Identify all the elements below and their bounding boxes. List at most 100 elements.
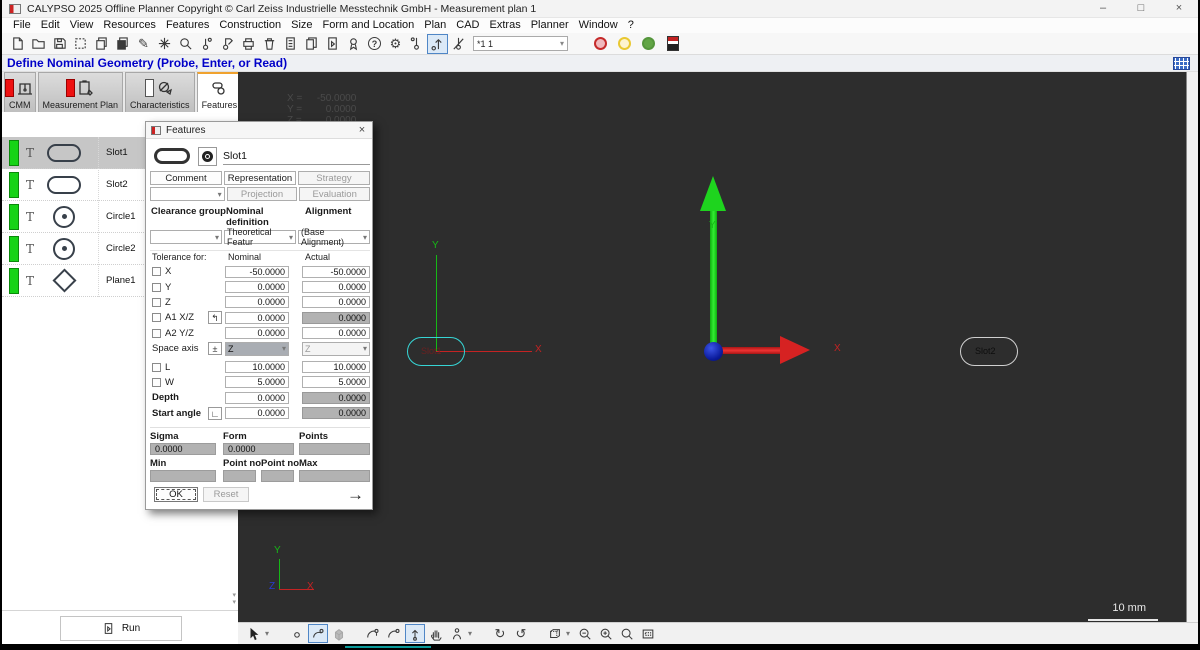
report-run-icon[interactable] <box>322 34 343 54</box>
menu-window[interactable]: Window <box>574 18 623 33</box>
y-checkbox[interactable] <box>152 283 161 292</box>
cad-window-icon[interactable] <box>1173 57 1190 70</box>
zoom-lens-icon[interactable] <box>617 624 637 643</box>
next-feature-arrow-button[interactable]: → <box>347 487 364 502</box>
chevron-down-icon[interactable]: ▾ <box>566 629 574 638</box>
group-combobox[interactable]: ▾ <box>150 187 225 201</box>
representation-button[interactable]: Representation <box>224 171 296 185</box>
probe-changer-icon[interactable] <box>667 36 679 51</box>
report-copy-icon[interactable] <box>301 34 322 54</box>
menu-extras[interactable]: Extras <box>485 18 526 33</box>
menu-size[interactable]: Size <box>286 18 317 33</box>
rotate-cw-icon[interactable]: ↻ <box>490 624 510 643</box>
x-checkbox[interactable] <box>152 267 161 276</box>
tab-measurement-plan[interactable]: Measurement Plan <box>38 72 124 112</box>
menu-edit[interactable]: Edit <box>36 18 65 33</box>
dialog-title-bar[interactable]: Features × <box>146 122 372 139</box>
w-nominal-field[interactable]: 5.0000 <box>225 376 289 388</box>
status-red-light[interactable] <box>594 37 607 50</box>
settings-gear-icon[interactable]: ⚙ <box>385 34 406 54</box>
pattern-star-icon[interactable] <box>154 34 175 54</box>
space-axis-combobox[interactable]: Z▾ <box>225 342 289 356</box>
ok-button[interactable]: OK <box>154 487 198 502</box>
probe-view-icon[interactable] <box>308 624 328 643</box>
view-box-icon[interactable] <box>545 624 565 643</box>
probe-qualify-icon[interactable] <box>196 34 217 54</box>
list-scroll-arrows[interactable]: ▾▾ <box>232 592 236 606</box>
tab-cmm[interactable]: CMM <box>4 72 36 112</box>
report-icon[interactable] <box>280 34 301 54</box>
menu-cad[interactable]: CAD <box>451 18 484 33</box>
zoom-out-icon[interactable] <box>575 624 595 643</box>
probe-select-combobox[interactable]: *1 1 ▾ <box>473 36 568 51</box>
probe-cad-icon[interactable] <box>363 624 383 643</box>
dialog-close-icon[interactable]: × <box>352 124 372 136</box>
x-nominal-field[interactable]: -50.0000 <box>225 266 289 278</box>
copy-icon[interactable] <box>91 34 112 54</box>
start-angle-nominal-field[interactable]: 0.0000 <box>225 407 289 419</box>
a2-nominal-field[interactable]: 0.0000 <box>225 327 289 339</box>
clearance-group-combobox[interactable]: ▾ <box>150 230 222 244</box>
cube-icon[interactable] <box>329 624 349 643</box>
space-axis-flip-button[interactable]: ± <box>208 342 222 355</box>
print-icon[interactable] <box>238 34 259 54</box>
close-button[interactable]: × <box>1160 0 1198 17</box>
search-icon[interactable] <box>175 34 196 54</box>
delete-icon[interactable] <box>259 34 280 54</box>
minimize-button[interactable]: – <box>1084 0 1122 17</box>
cursor-icon[interactable] <box>244 624 264 643</box>
menu-file[interactable]: File <box>8 18 36 33</box>
probe-mode-button[interactable] <box>198 147 217 166</box>
cad-viewport[interactable]: X =-50.0000 Y =0.0000 Z =0.0000 Y X Slot… <box>238 72 1186 622</box>
tab-characteristics[interactable]: Characteristics <box>125 72 195 112</box>
status-green-light[interactable] <box>642 37 655 50</box>
menu-form-and-location[interactable]: Form and Location <box>318 18 420 33</box>
tab-features[interactable]: Features <box>197 72 243 112</box>
feature-name-field[interactable]: Slot1 <box>223 148 370 165</box>
paste-icon[interactable] <box>112 34 133 54</box>
probe-skip-icon[interactable] <box>448 34 469 54</box>
a2-checkbox[interactable] <box>152 329 161 338</box>
pen-icon[interactable]: ✎ <box>133 34 154 54</box>
chevron-down-icon[interactable]: ▾ <box>468 629 476 638</box>
w-checkbox[interactable] <box>152 378 161 387</box>
save-icon[interactable] <box>49 34 70 54</box>
comment-button[interactable]: Comment <box>150 171 222 185</box>
menu-planner[interactable]: Planner <box>526 18 574 33</box>
a1-projection-button[interactable]: ↰ <box>208 311 222 324</box>
select-marquee-icon[interactable] <box>70 34 91 54</box>
viewport-side-strip[interactable] <box>1186 72 1198 622</box>
z-nominal-field[interactable]: 0.0000 <box>225 296 289 308</box>
run-button[interactable]: Run <box>60 616 182 641</box>
z-checkbox[interactable] <box>152 298 161 307</box>
probe-edit-icon[interactable] <box>217 34 238 54</box>
start-angle-button[interactable]: ∟ <box>208 407 222 420</box>
rotate-ccw-icon[interactable]: ↺ <box>511 624 531 643</box>
select-point-icon[interactable] <box>287 624 307 643</box>
zoom-in-icon[interactable] <box>596 624 616 643</box>
l-nominal-field[interactable]: 10.0000 <box>225 361 289 373</box>
status-yellow-light[interactable] <box>618 37 631 50</box>
origin-sphere[interactable] <box>704 342 723 361</box>
menu-plan[interactable]: Plan <box>419 18 451 33</box>
horizontal-scrollbar-thumb[interactable] <box>345 646 431 648</box>
menu-construction[interactable]: Construction <box>214 18 286 33</box>
chevron-down-icon[interactable]: ▾ <box>265 629 273 638</box>
certificate-icon[interactable] <box>343 34 364 54</box>
pan-hand-icon[interactable] <box>426 624 446 643</box>
observer-icon[interactable] <box>447 624 467 643</box>
fit-view-icon[interactable] <box>638 624 658 643</box>
l-checkbox[interactable] <box>152 363 161 372</box>
a1-checkbox[interactable] <box>152 313 161 322</box>
nominal-definition-combobox[interactable]: Theoretical Featur▾ <box>224 230 296 244</box>
probe-down-icon[interactable] <box>406 34 427 54</box>
maximize-button[interactable]: □ <box>1122 0 1160 17</box>
new-document-icon[interactable] <box>7 34 28 54</box>
y-nominal-field[interactable]: 0.0000 <box>225 281 289 293</box>
a1-nominal-field[interactable]: 0.0000 <box>225 312 289 324</box>
probe-cad-alt-icon[interactable] <box>384 624 404 643</box>
alignment-combobox[interactable]: (Base Alignment)▾ <box>298 230 370 244</box>
menu-help[interactable]: ? <box>623 18 639 33</box>
measure-axis-icon[interactable] <box>405 624 425 643</box>
help-icon[interactable]: ? <box>364 34 385 54</box>
